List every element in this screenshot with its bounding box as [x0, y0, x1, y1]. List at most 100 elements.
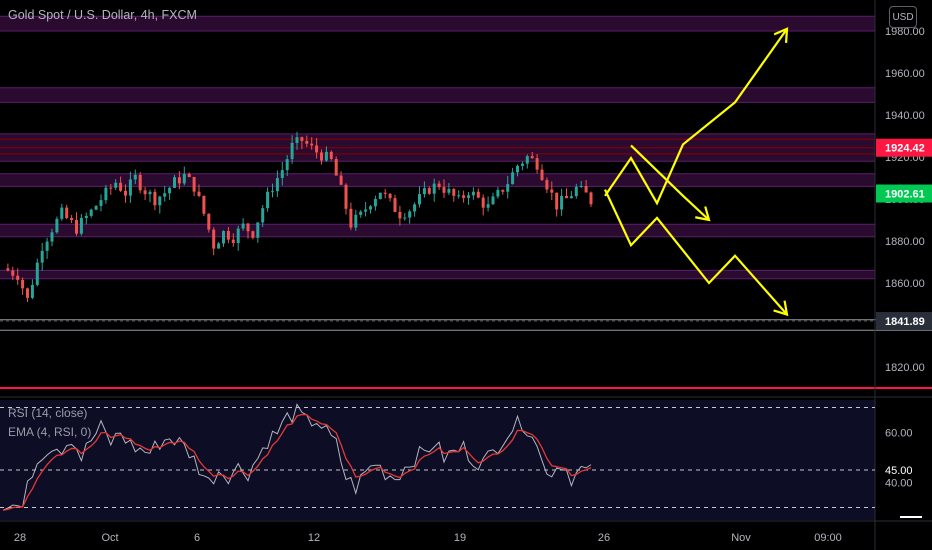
time-tick-label: 12 — [308, 532, 320, 544]
candle-body — [550, 189, 554, 193]
candle-body — [349, 208, 353, 228]
candle-body — [79, 217, 83, 234]
candle-body — [173, 177, 176, 188]
candle-body — [354, 214, 358, 228]
candle-body — [271, 191, 274, 193]
candle-body — [378, 192, 382, 199]
candle-body — [280, 170, 284, 179]
currency-button[interactable]: USD — [889, 6, 917, 28]
candle-body — [545, 180, 549, 190]
ema-indicator-label[interactable]: EMA (4, RSI, 0) — [8, 425, 91, 439]
candle-body — [481, 197, 485, 208]
candle-body — [589, 192, 593, 205]
time-tick-label: Oct — [101, 532, 118, 544]
candle-body — [153, 191, 157, 206]
candle-body — [212, 229, 216, 249]
candle-body — [207, 213, 211, 230]
candle-body — [295, 137, 299, 143]
candle-body — [11, 270, 15, 276]
candle-body — [124, 190, 127, 196]
candle-body — [486, 204, 490, 208]
rsi-marker — [900, 516, 922, 518]
candle-body — [75, 220, 78, 234]
candle-body — [467, 195, 470, 198]
candle-body — [359, 211, 363, 215]
candle-body — [187, 173, 191, 177]
rsi-badge-label: 45.00 — [885, 465, 913, 477]
candle-body — [133, 174, 137, 180]
candle-body — [403, 217, 407, 219]
candle-body — [251, 231, 255, 238]
rsi-indicator-label[interactable]: RSI (14, close) — [8, 406, 87, 420]
candle-body — [128, 179, 132, 196]
rsi-tick-label: 40.00 — [885, 478, 913, 490]
candle-body — [182, 173, 186, 184]
candle-body — [35, 262, 39, 285]
candle-body — [119, 182, 123, 191]
candle-body — [393, 198, 397, 212]
candle-body — [437, 183, 441, 188]
candle-body — [501, 189, 505, 192]
candle-body — [40, 250, 44, 263]
price-tick-label: 1940.00 — [885, 110, 925, 122]
candle-body — [584, 185, 588, 193]
candle-body — [45, 241, 49, 251]
price-badge-label: 1902.61 — [885, 189, 925, 201]
candle-body — [50, 232, 54, 242]
candle-body — [569, 196, 573, 199]
candle-body — [21, 279, 25, 289]
candle-body — [334, 158, 338, 176]
candle-body — [275, 178, 279, 192]
candle-body — [290, 142, 294, 160]
candle-body — [516, 165, 519, 173]
candle-body — [177, 177, 181, 184]
candle-body — [369, 206, 372, 210]
chart-canvas[interactable]: 1820.001840.001860.001880.001900.001920.… — [0, 0, 932, 550]
candle-body — [65, 207, 69, 219]
candle-body — [285, 159, 289, 171]
candle-body — [30, 284, 34, 298]
candle-body — [60, 207, 64, 219]
time-tick-label: Nov — [731, 532, 751, 544]
candle-body — [315, 145, 319, 153]
candle-body — [491, 196, 495, 205]
candle-body — [457, 195, 461, 197]
candle-body — [55, 218, 59, 233]
candle-body — [158, 196, 162, 206]
candle-body — [535, 158, 539, 170]
time-tick-label: 28 — [14, 532, 26, 544]
candle-body — [99, 200, 103, 206]
candle-body — [148, 191, 152, 195]
candle-body — [447, 189, 451, 193]
candle-body — [408, 211, 412, 218]
candle-body — [427, 188, 431, 194]
candle-body — [432, 183, 436, 194]
candle-body — [476, 191, 480, 198]
chart-title: Gold Spot / U.S. Dollar, 4h, FXCM — [8, 8, 197, 22]
candle-body — [462, 195, 466, 198]
candle-body — [530, 156, 534, 159]
candle-body — [109, 187, 113, 189]
candle-body — [236, 228, 240, 243]
price-tick-label: 1960.00 — [885, 68, 925, 80]
candle-body — [329, 151, 333, 159]
candle-body — [388, 193, 392, 199]
candle-body — [310, 143, 314, 146]
time-tick-label: 19 — [454, 532, 466, 544]
candle-body — [471, 191, 475, 196]
resistance-zone — [0, 224, 875, 237]
time-tick-label: 6 — [194, 532, 200, 544]
price-tick-label: 1860.00 — [885, 278, 925, 290]
candle-body — [324, 151, 328, 161]
candle-body — [226, 231, 230, 240]
candle-body — [6, 268, 10, 271]
candle-body — [422, 188, 426, 195]
candle-body — [26, 288, 29, 298]
candle-body — [511, 172, 515, 185]
price-badge-label: 1841.89 — [885, 316, 925, 328]
candle-body — [246, 223, 250, 232]
candle-body — [305, 140, 309, 144]
candle-body — [373, 198, 377, 207]
rsi-panel-background — [0, 400, 875, 520]
candle-body — [256, 222, 260, 238]
